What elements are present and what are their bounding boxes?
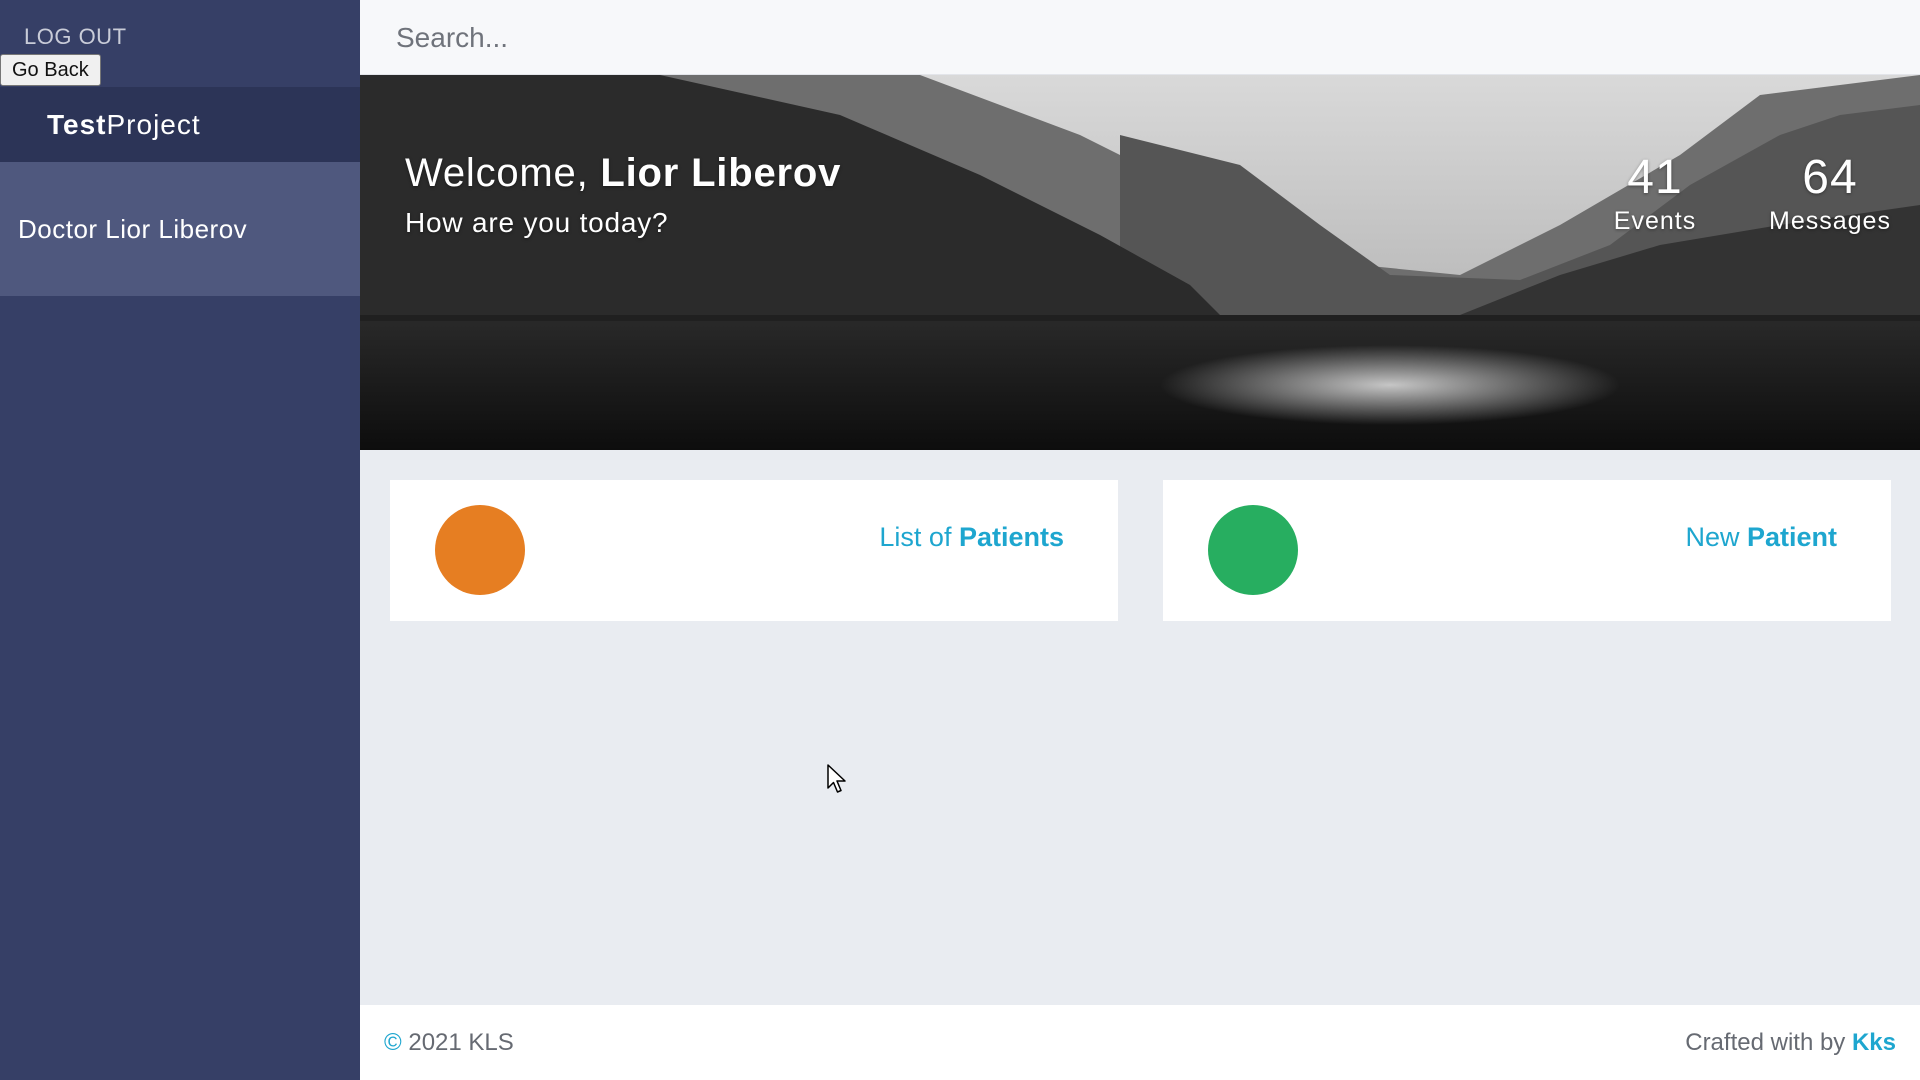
green-circle-icon <box>1208 505 1298 595</box>
card-title-bold: Patient <box>1746 522 1837 552</box>
brand-logo[interactable]: Test Project <box>0 87 360 162</box>
sidebar: LOG OUT Go Back Test Project Doctor Lior … <box>0 0 360 1080</box>
card-title-prefix: New <box>1685 522 1747 552</box>
top-bar <box>360 0 1920 75</box>
banner-landscape-image <box>360 75 1920 450</box>
card-title-bold: Patients <box>958 522 1064 552</box>
welcome-subtitle: How are you today? <box>405 207 669 238</box>
messages-count: 64 <box>1802 151 1858 204</box>
events-count: 41 <box>1627 151 1683 204</box>
welcome-banner: Welcome, Lior Liberov How are you today?… <box>360 75 1920 450</box>
messages-label: Messages <box>1769 207 1891 236</box>
welcome-heading: Welcome, Lior Liberov <box>405 151 841 196</box>
go-back-button[interactable]: Go Back <box>0 54 101 86</box>
user-name: Doctor Lior Liberov <box>18 213 248 244</box>
events-stat: 41 Events <box>1580 151 1730 236</box>
user-profile: Doctor Lior Liberov <box>0 162 360 296</box>
copyright-text: © 2021 KLS <box>384 1029 514 1057</box>
list-of-patients-title[interactable]: List of Patients <box>879 522 1064 553</box>
card-title-prefix: List of <box>879 522 959 552</box>
brand-regular-text: Project <box>106 108 201 140</box>
copyright-label: 2021 KLS <box>401 1029 514 1056</box>
messages-stat: 64 Messages <box>1745 151 1915 236</box>
search-input[interactable] <box>396 12 1876 64</box>
welcome-user-name: Lior Liberov <box>600 151 842 195</box>
copyright-icon: © <box>384 1029 402 1056</box>
crafted-prefix: Crafted with by <box>1685 1029 1852 1056</box>
app-root: LOG OUT Go Back Test Project Doctor Lior … <box>0 0 1920 1080</box>
footer: © 2021 KLS Crafted with by Kks <box>360 1005 1920 1080</box>
logout-link[interactable]: LOG OUT <box>24 24 127 50</box>
welcome-prefix: Welcome, <box>405 151 601 195</box>
events-label: Events <box>1613 207 1697 236</box>
mouse-pointer-icon <box>827 764 846 793</box>
brand-bold-text: Test <box>47 108 107 140</box>
crafted-by-text: Crafted with by Kks <box>1685 1029 1896 1057</box>
orange-circle-icon <box>435 505 525 595</box>
new-patient-title[interactable]: New Patient <box>1685 522 1837 553</box>
crafted-brand-link[interactable]: Kks <box>1852 1029 1896 1056</box>
new-patient-card[interactable]: New Patient <box>1163 480 1891 621</box>
list-of-patients-card[interactable]: List of Patients <box>390 480 1118 621</box>
